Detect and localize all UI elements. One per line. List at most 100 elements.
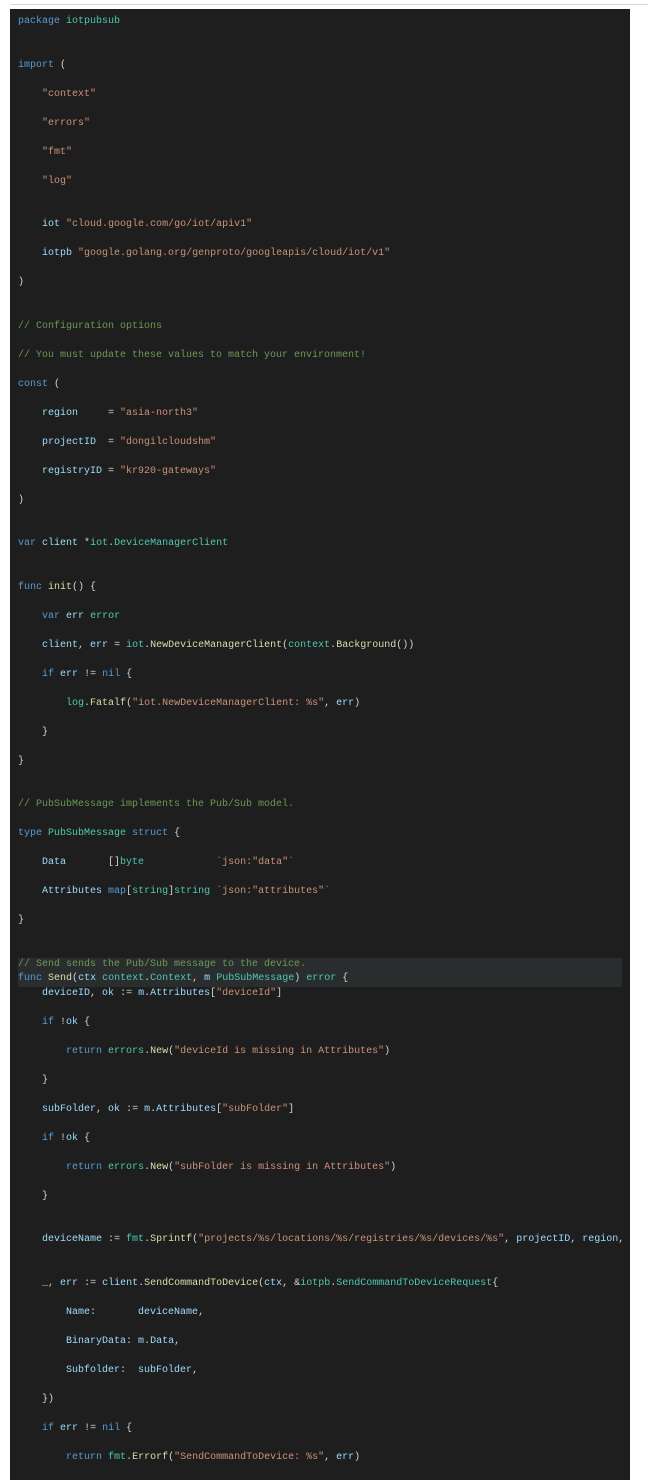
- code-line[interactable]: ): [18, 494, 622, 509]
- code-line[interactable]: _, err := client.SendCommandToDevice(ctx…: [18, 1277, 622, 1292]
- token-id: err: [336, 1452, 354, 1463]
- token-id: projectID: [516, 1234, 570, 1245]
- token-op: ]: [288, 1104, 294, 1115]
- token-com: // You must update these values to match…: [18, 350, 366, 361]
- token-op: :=: [102, 1234, 126, 1245]
- code-line[interactable]: Data []byte `json:"data"`: [18, 856, 622, 871]
- code-line[interactable]: client, err = iot.NewDeviceManagerClient…: [18, 639, 622, 654]
- token-op: !: [54, 1017, 66, 1028]
- code-line[interactable]: return errors.New("subFolder is missing …: [18, 1161, 622, 1176]
- token-id: err: [60, 669, 78, 680]
- code-line[interactable]: package iotpubsub: [18, 15, 622, 30]
- code-line[interactable]: }: [18, 755, 622, 770]
- token-id: err: [336, 698, 354, 709]
- code-line[interactable]: region = "asia-north3": [18, 407, 622, 422]
- code-line[interactable]: subFolder, ok := m.Attributes["subFolder…: [18, 1103, 622, 1118]
- code-line[interactable]: func Send(ctx context.Context, m PubSubM…: [18, 972, 622, 987]
- code-line[interactable]: if !ok {: [18, 1016, 622, 1031]
- token-op: }): [18, 1394, 54, 1405]
- token-str: "cloud.google.com/go/iot/apiv1": [66, 219, 252, 230]
- code-line[interactable]: Attributes map[string]string `json:"attr…: [18, 885, 622, 900]
- token-id: BinaryData: [66, 1336, 126, 1347]
- token-kw: func: [18, 582, 42, 593]
- token-op: =: [78, 408, 120, 419]
- code-line[interactable]: deviceID, ok := m.Attributes["deviceId"]: [18, 987, 622, 1002]
- token-id: deviceName: [138, 1307, 198, 1318]
- code-line[interactable]: func init() {: [18, 581, 622, 596]
- token-id: deviceID: [42, 988, 90, 999]
- code-line[interactable]: iotpb "google.golang.org/genproto/google…: [18, 247, 622, 262]
- token-pk: errors: [108, 1162, 144, 1173]
- code-line[interactable]: Subfolder: subFolder,: [18, 1364, 622, 1379]
- token-pk: iotpb: [300, 1278, 330, 1289]
- token-kw: struct: [132, 828, 168, 839]
- code-line[interactable]: var client *iot.DeviceManagerClient: [18, 537, 622, 552]
- page: package iotpubsub import ( "context" "er…: [0, 0, 658, 1480]
- token-op: }: [18, 727, 48, 738]
- code-line[interactable]: log.Fatalf("iot.NewDeviceManagerClient: …: [18, 697, 622, 712]
- code-editor[interactable]: package iotpubsub import ( "context" "er…: [10, 9, 630, 1480]
- code-line[interactable]: }): [18, 1393, 622, 1408]
- code-line[interactable]: // You must update these values to match…: [18, 349, 622, 364]
- token-op: [18, 408, 42, 419]
- token-str: `json:"attributes"`: [216, 886, 330, 897]
- token-op: ,: [618, 1234, 630, 1245]
- code-line[interactable]: if err != nil {: [18, 668, 622, 683]
- token-op: [18, 1336, 66, 1347]
- token-fn: Errorf: [132, 1452, 168, 1463]
- token-op: ): [354, 698, 360, 709]
- token-typ: PubSubMessage: [48, 828, 126, 839]
- token-op: =: [108, 640, 126, 651]
- code-line[interactable]: deviceName := fmt.Sprintf("projects/%s/l…: [18, 1233, 622, 1248]
- code-line[interactable]: }: [18, 726, 622, 741]
- token-str: "subFolder": [222, 1104, 288, 1115]
- token-typ: DeviceManagerClient: [114, 538, 228, 549]
- token-op: {: [120, 669, 132, 680]
- token-op: [18, 1365, 66, 1376]
- code-line[interactable]: }: [18, 1190, 622, 1205]
- token-str: "projects/%s/locations/%s/registries/%s/…: [198, 1234, 504, 1245]
- token-op: [18, 89, 42, 100]
- token-kw: nil: [102, 669, 120, 680]
- token-str: "dongilcloudshm": [120, 437, 216, 448]
- code-line[interactable]: return errors.New("deviceId is missing i…: [18, 1045, 622, 1060]
- token-op: [18, 640, 42, 651]
- token-pk: fmt: [108, 1452, 126, 1463]
- token-op: !: [54, 1133, 66, 1144]
- code-line[interactable]: Name: deviceName,: [18, 1306, 622, 1321]
- token-id: ctx: [264, 1278, 282, 1289]
- code-line[interactable]: ): [18, 276, 622, 291]
- code-line[interactable]: const (: [18, 378, 622, 393]
- code-line[interactable]: "errors": [18, 117, 622, 132]
- code-line[interactable]: return fmt.Errorf("SendCommandToDevice: …: [18, 1451, 622, 1466]
- token-typ: string: [132, 886, 168, 897]
- code-line[interactable]: if err != nil {: [18, 1422, 622, 1437]
- code-line[interactable]: if !ok {: [18, 1132, 622, 1147]
- code-line[interactable]: "fmt": [18, 146, 622, 161]
- code-line[interactable]: type PubSubMessage struct {: [18, 827, 622, 842]
- code-line[interactable]: projectID = "dongilcloudshm": [18, 436, 622, 451]
- token-id: Data: [42, 857, 66, 868]
- code-line[interactable]: "log": [18, 175, 622, 190]
- token-id: deviceName: [42, 1234, 102, 1245]
- code-line[interactable]: var err error: [18, 610, 622, 625]
- code-line[interactable]: // Send sends the Pub/Sub message to the…: [18, 958, 622, 973]
- token-kw: const: [18, 379, 48, 390]
- code-line[interactable]: registryID = "kr920-gateways": [18, 465, 622, 480]
- token-id: registryID: [42, 466, 102, 477]
- token-op: [18, 857, 42, 868]
- code-line[interactable]: // PubSubMessage implements the Pub/Sub …: [18, 798, 622, 813]
- token-op: [18, 176, 42, 187]
- token-com: // Send sends the Pub/Sub message to the…: [18, 959, 306, 970]
- code-line[interactable]: import (: [18, 59, 622, 74]
- code-line[interactable]: BinaryData: m.Data,: [18, 1335, 622, 1350]
- code-line[interactable]: }: [18, 914, 622, 929]
- code-line[interactable]: // Configuration options: [18, 320, 622, 335]
- code-line[interactable]: }: [18, 1074, 622, 1089]
- code-line[interactable]: iot "cloud.google.com/go/iot/apiv1": [18, 218, 622, 233]
- token-op: {: [78, 1133, 90, 1144]
- code-line[interactable]: "context": [18, 88, 622, 103]
- token-pk: log: [66, 698, 84, 709]
- token-op: () {: [72, 582, 96, 593]
- token-op: ): [354, 1452, 360, 1463]
